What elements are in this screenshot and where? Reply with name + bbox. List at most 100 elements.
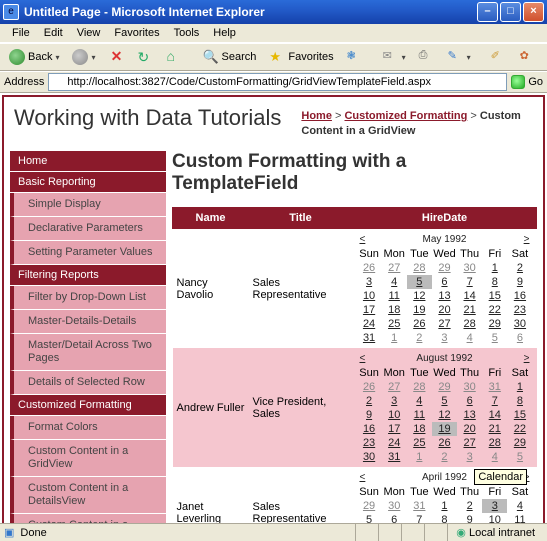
menu-file[interactable]: File [6,26,36,40]
col-name[interactable]: Name [173,208,249,229]
cal-day[interactable]: 9 [357,408,382,422]
cal-day[interactable]: 20 [457,422,482,436]
cal-prev[interactable]: < [357,470,382,485]
favorites-button[interactable]: ★Favorites [264,46,338,68]
sidebar-item[interactable]: Master/Detail Across Two Pages [10,334,166,371]
cal-day[interactable]: 29 [432,261,457,275]
cal-day[interactable]: 12 [432,408,457,422]
cal-day[interactable]: 7 [482,394,507,408]
cal-day[interactable]: 16 [357,422,382,436]
minimize-button[interactable]: – [477,2,498,22]
messenger-button[interactable]: ▣ [544,46,547,68]
cal-day[interactable]: 2 [457,499,482,513]
cal-day[interactable]: 11 [407,408,432,422]
sidebar-header[interactable]: Home [10,151,166,172]
menu-edit[interactable]: Edit [38,26,69,40]
cal-next[interactable]: > [507,232,532,247]
cal-day[interactable]: 9 [507,275,532,289]
cal-day[interactable]: 30 [357,450,382,464]
cal-day[interactable]: 21 [482,422,507,436]
cal-day[interactable]: 19 [432,422,457,436]
menu-favorites[interactable]: Favorites [108,26,165,40]
cal-day[interactable]: 6 [507,331,532,345]
cal-day[interactable]: 26 [357,380,382,394]
cal-day[interactable]: 27 [382,261,407,275]
cal-day[interactable]: 28 [407,261,432,275]
cal-day[interactable]: 14 [457,289,482,303]
cal-day[interactable]: 28 [482,436,507,450]
cal-day[interactable]: 1 [482,261,507,275]
cal-day[interactable]: 3 [382,394,407,408]
cal-day[interactable]: 23 [507,303,532,317]
cal-day[interactable]: 1 [382,331,407,345]
go-button[interactable]: Go [511,75,543,89]
cal-day[interactable]: 27 [382,380,407,394]
cal-day[interactable]: 31 [382,450,407,464]
cal-day[interactable]: 2 [407,331,432,345]
sidebar-item[interactable]: Simple Display [10,193,166,217]
cal-day[interactable]: 5 [482,331,507,345]
cal-day[interactable]: 22 [507,422,532,436]
cal-day[interactable]: 31 [482,380,507,394]
cal-day[interactable]: 8 [507,394,532,408]
sidebar-item[interactable]: Custom Content in a GridView [10,440,166,477]
cal-day[interactable]: 7 [407,513,432,523]
sidebar-header[interactable]: Filtering Reports [10,265,166,286]
cal-day[interactable]: 30 [457,261,482,275]
cal-day[interactable]: 4 [507,499,532,513]
cal-day[interactable]: 13 [432,289,457,303]
search-button[interactable]: 🔍Search [198,46,262,68]
cal-next[interactable]: > [507,351,532,366]
sidebar-item[interactable]: Filter by Drop-Down List [10,286,166,310]
cal-day[interactable]: 1 [507,380,532,394]
calendar[interactable]: <August 1992>SunMonTueWedThuFriSat262728… [357,351,533,464]
cal-day[interactable]: 8 [432,513,457,523]
maximize-button[interactable]: □ [500,2,521,22]
sidebar-header[interactable]: Basic Reporting [10,172,166,193]
cal-day[interactable]: 5 [507,450,532,464]
cal-day[interactable]: 16 [507,289,532,303]
cal-day[interactable]: 24 [357,317,382,331]
cal-day[interactable]: 6 [382,513,407,523]
cal-day[interactable]: 30 [382,499,407,513]
cal-day[interactable]: 15 [482,289,507,303]
cal-day[interactable]: 1 [432,499,457,513]
cal-day[interactable]: 22 [482,303,507,317]
cal-day[interactable]: 3 [357,275,382,289]
cal-day[interactable]: 27 [432,317,457,331]
cal-day[interactable]: 29 [357,499,382,513]
cal-day[interactable]: 7 [457,275,482,289]
cal-day[interactable]: 5 [432,394,457,408]
back-button[interactable]: Back▾ [4,46,64,68]
cal-day[interactable]: 14 [482,408,507,422]
cal-day[interactable]: 4 [407,394,432,408]
cal-day[interactable]: 6 [432,275,457,289]
cal-day[interactable]: 4 [482,450,507,464]
cal-day[interactable]: 26 [432,436,457,450]
menu-view[interactable]: View [71,26,107,40]
cal-day[interactable]: 3 [432,331,457,345]
sidebar-item[interactable]: Custom Content in a DetailsView [10,477,166,514]
sidebar-item[interactable]: Details of Selected Row [10,371,166,395]
cal-day[interactable]: 25 [407,436,432,450]
cal-day[interactable]: 3 [482,499,507,513]
cal-day[interactable]: 5 [407,275,432,289]
col-hiredate[interactable]: HireDate [353,208,537,229]
research-button[interactable]: ✿ [515,46,541,68]
cal-day[interactable]: 31 [357,331,382,345]
cal-day[interactable]: 4 [457,331,482,345]
address-input[interactable] [48,73,507,91]
cal-day[interactable]: 4 [382,275,407,289]
cal-day[interactable]: 11 [382,289,407,303]
edit-button[interactable]: ✎▾ [443,46,476,68]
cal-day[interactable]: 29 [507,436,532,450]
cal-day[interactable]: 28 [407,380,432,394]
cal-day[interactable]: 12 [407,289,432,303]
menu-help[interactable]: Help [207,26,242,40]
cal-day[interactable]: 29 [432,380,457,394]
refresh-button[interactable]: ↻ [133,46,159,68]
cal-day[interactable]: 3 [457,450,482,464]
sidebar-item[interactable]: Format Colors [10,416,166,440]
close-button[interactable]: × [523,2,544,22]
crumb-home[interactable]: Home [301,110,332,122]
